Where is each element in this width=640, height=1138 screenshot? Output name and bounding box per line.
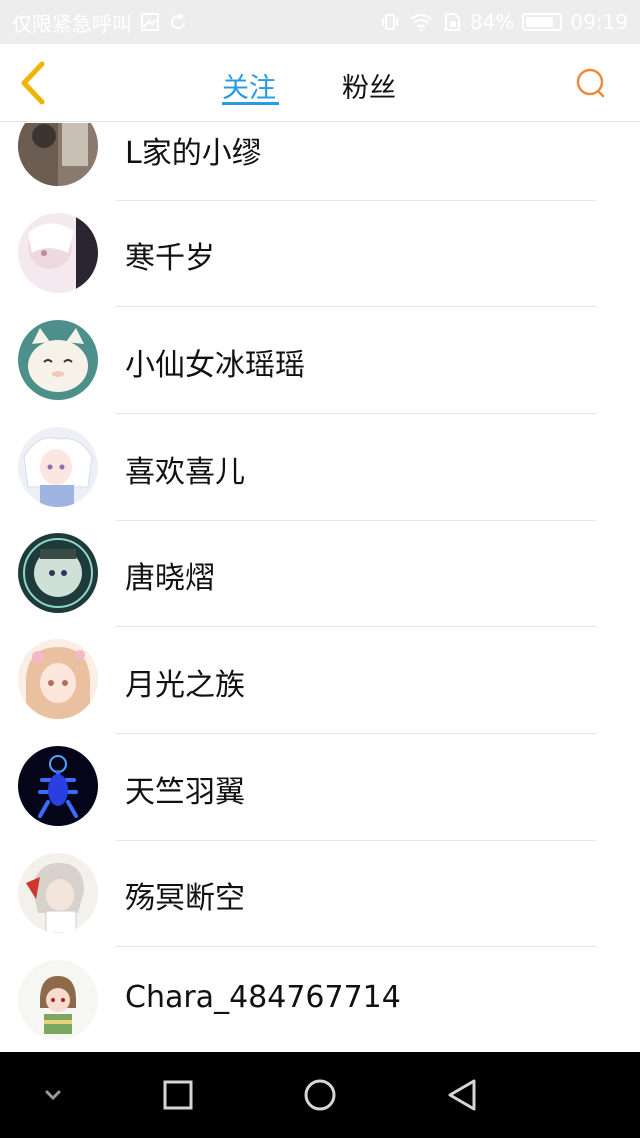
- avatar: [18, 320, 98, 400]
- user-name: Chara_484767714: [125, 980, 401, 1015]
- user-name: L家的小缪: [125, 136, 262, 171]
- user-name: 喜欢喜儿: [125, 455, 245, 490]
- sync-icon: [171, 13, 186, 30]
- avatar: [18, 533, 98, 613]
- list-item[interactable]: 唐晓熠: [0, 520, 640, 627]
- list-item[interactable]: 寒千岁: [0, 200, 640, 307]
- avatar: [18, 427, 98, 507]
- list-item[interactable]: Chara_484767714: [0, 947, 640, 1051]
- header: 关注 粉丝: [0, 44, 640, 122]
- navigation-bar: [0, 1052, 640, 1138]
- status-bar: 仅限紧急呼叫 84% 09:19: [0, 0, 640, 44]
- tab-fans[interactable]: 粉丝: [342, 66, 396, 105]
- list-item[interactable]: L家的小缪: [0, 123, 640, 201]
- user-name: 小仙女冰瑶瑶: [125, 348, 305, 383]
- avatar: [18, 213, 98, 293]
- image-icon: [141, 13, 159, 31]
- avatar: [18, 853, 98, 933]
- battery-percent: 84%: [469, 10, 515, 34]
- user-name: 殇冥断空: [125, 881, 245, 916]
- avatar: [18, 123, 98, 186]
- nav-back-button[interactable]: [437, 1072, 487, 1118]
- home-icon: [304, 1079, 336, 1111]
- vibrate-icon: [381, 14, 398, 30]
- avatar: [18, 746, 98, 826]
- list-item[interactable]: 月光之族: [0, 627, 640, 734]
- sim-icon: [444, 13, 460, 31]
- carrier-text: 仅限紧急呼叫: [12, 11, 132, 36]
- screen: 仅限紧急呼叫 84% 09:19 关注 粉丝 L家的小缪 寒千岁 小仙女冰瑶瑶 …: [0, 0, 640, 1138]
- avatar: [18, 639, 98, 719]
- battery-fill: [526, 17, 554, 27]
- back-button[interactable]: [14, 60, 54, 106]
- back-triangle-icon: [448, 1079, 476, 1111]
- avatar: [18, 960, 98, 1040]
- status-right: 84% 09:19: [380, 10, 628, 34]
- hide-navbar-button[interactable]: [28, 1072, 78, 1118]
- recent-apps-icon: [163, 1080, 193, 1110]
- battery-icon: [522, 13, 563, 31]
- wifi-icon: [410, 14, 432, 32]
- user-name: 寒千岁: [125, 241, 215, 276]
- status-left: 仅限紧急呼叫: [12, 8, 188, 37]
- user-name: 天竺羽翼: [125, 775, 245, 810]
- list-item[interactable]: 喜欢喜儿: [0, 414, 640, 521]
- search-icon: [576, 68, 605, 98]
- list-item[interactable]: 殇冥断空: [0, 840, 640, 947]
- list-item[interactable]: 小仙女冰瑶瑶: [0, 307, 640, 414]
- recent-apps-button[interactable]: [153, 1072, 203, 1118]
- tab-follow-underline: [222, 102, 279, 105]
- search-button[interactable]: [574, 66, 608, 100]
- list-item[interactable]: 天竺羽翼: [0, 734, 640, 841]
- home-button[interactable]: [295, 1072, 345, 1118]
- user-name: 唐晓熠: [125, 561, 215, 596]
- chevron-down-icon: [45, 1090, 61, 1101]
- user-name: 月光之族: [125, 668, 245, 703]
- chevron-left-icon: [21, 61, 45, 105]
- tab-follow[interactable]: 关注: [222, 66, 276, 105]
- follow-list: L家的小缪 寒千岁 小仙女冰瑶瑶 喜欢喜儿 唐晓熠 月光之族 天竺羽翼 殇冥断空…: [0, 123, 640, 1051]
- clock: 09:19: [570, 10, 628, 34]
